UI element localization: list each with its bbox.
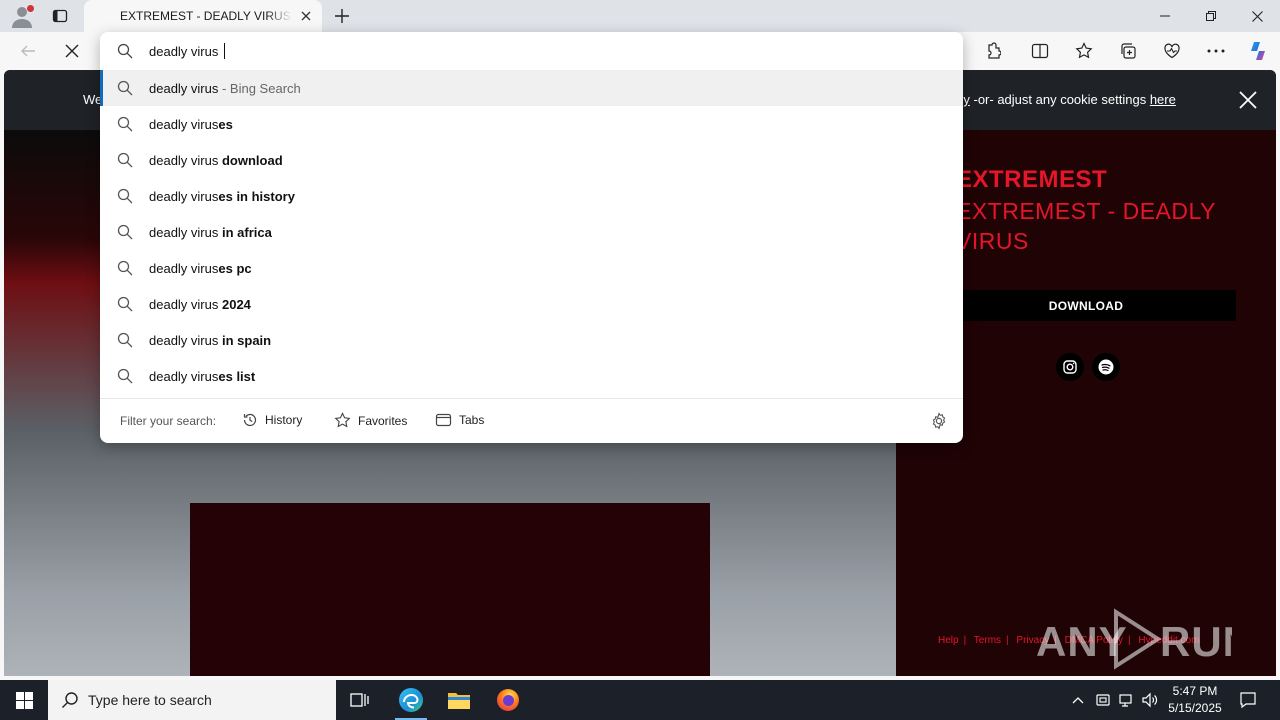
track-title: EXTREMEST - DEADLY VIRUS xyxy=(956,198,1216,254)
tab-strip: EXTREMEST - DEADLY VIRUS by EXTREMEST xyxy=(0,0,1280,32)
filter-favorites[interactable]: Favorites xyxy=(334,412,407,429)
suggestion-item[interactable]: deadly virus in spain xyxy=(100,322,963,358)
search-icon xyxy=(117,188,133,204)
edge-browser-icon[interactable] xyxy=(387,680,435,720)
cookie-settings-link[interactable]: here xyxy=(1150,92,1176,107)
taskbar-search-box[interactable]: Type here to search xyxy=(48,680,336,720)
copilot-icon[interactable] xyxy=(1244,37,1272,65)
suggestion-item[interactable]: deadly viruses list xyxy=(100,358,963,394)
search-icon xyxy=(117,224,133,240)
cover-art xyxy=(190,503,710,676)
svg-text:RUN: RUN xyxy=(1160,618,1232,665)
address-bar[interactable]: deadly virus xyxy=(100,32,963,70)
more-options-icon[interactable] xyxy=(1202,37,1230,65)
spotify-icon[interactable] xyxy=(1092,353,1120,381)
taskbar: Type here to search 5:47 PM 5/15/2025 xyxy=(0,680,1280,720)
watermark-logo: ANY RUN xyxy=(1036,608,1253,680)
new-tab-button[interactable] xyxy=(330,4,354,28)
suggestion-item[interactable]: deadly viruses xyxy=(100,106,963,142)
address-input[interactable]: deadly virus xyxy=(149,43,225,59)
split-screen-icon[interactable] xyxy=(1026,37,1054,65)
clock-time: 5:47 PM xyxy=(1172,684,1218,698)
search-icon xyxy=(117,332,133,348)
system-clock[interactable]: 5:47 PM 5/15/2025 xyxy=(1160,683,1230,717)
tab-actions-icon[interactable] xyxy=(48,4,72,28)
suggestion-text: deadly viruses xyxy=(149,116,233,132)
svg-text:ANY: ANY xyxy=(1036,618,1128,665)
suggestion-item[interactable]: deadly viruses pc xyxy=(100,250,963,286)
search-icon xyxy=(117,80,133,96)
artist-name: EXTREMEST xyxy=(956,166,1108,193)
search-icon xyxy=(117,368,133,384)
suggestion-text: deadly virus in africa xyxy=(149,224,272,240)
filter-history[interactable]: History xyxy=(242,412,302,428)
network-icon[interactable] xyxy=(1116,680,1136,720)
footer-link-help[interactable]: Help xyxy=(938,635,959,646)
tab-title: EXTREMEST - DEADLY VIRUS by EXTREMEST xyxy=(120,9,292,23)
search-icon xyxy=(117,296,133,312)
favorites-icon xyxy=(334,412,351,428)
search-icon xyxy=(117,116,133,132)
cookie-text-right: icy -or- adjust any cookie settings here xyxy=(954,92,1176,107)
search-icon xyxy=(117,43,133,59)
collections-icon[interactable] xyxy=(1114,37,1142,65)
cookie-text-middle: -or- adjust any cookie settings xyxy=(969,92,1150,107)
search-filter-bar: Filter your search: History Favorites Ta… xyxy=(100,398,963,443)
chevron-up-icon[interactable] xyxy=(1068,680,1088,720)
minimize-button[interactable] xyxy=(1142,0,1188,32)
suggestion-text: deadly virus download xyxy=(149,152,283,168)
favorites-icon[interactable] xyxy=(1070,37,1098,65)
search-icon xyxy=(61,691,79,714)
suggestion-text: deadly virus - Bing Search xyxy=(149,80,301,96)
suggestion-text: deadly viruses in history xyxy=(149,188,295,204)
extensions-icon[interactable] xyxy=(978,37,1006,65)
suggestion-item[interactable]: deadly virus 2024 xyxy=(100,286,963,322)
back-arrow-icon[interactable] xyxy=(14,37,42,65)
close-icon[interactable] xyxy=(1238,90,1260,112)
suggestion-text: deadly virus in spain xyxy=(149,332,272,348)
file-explorer-icon[interactable] xyxy=(435,680,483,720)
address-bar-dropdown: deadly virus deadly virus - Bing Search d… xyxy=(100,32,963,443)
footer-link-terms[interactable]: Terms xyxy=(974,635,1001,646)
browser-essentials-icon[interactable] xyxy=(1158,37,1186,65)
stop-loading-icon[interactable] xyxy=(58,37,86,65)
notification-dot xyxy=(27,5,34,12)
clock-date: 5/15/2025 xyxy=(1168,701,1222,715)
active-tab[interactable]: EXTREMEST - DEADLY VIRUS by EXTREMEST xyxy=(84,0,322,32)
suggestion-text: deadly virus 2024 xyxy=(149,296,251,312)
filter-tabs[interactable]: Tabs xyxy=(435,412,484,428)
meet-now-icon[interactable] xyxy=(1093,680,1113,720)
history-icon xyxy=(243,413,257,427)
suggestion-item[interactable]: deadly viruses in history xyxy=(100,178,963,214)
download-button[interactable]: DOWNLOAD xyxy=(936,290,1236,321)
close-icon[interactable] xyxy=(298,8,314,24)
notifications-icon[interactable] xyxy=(1234,680,1262,720)
suggestion-text: deadly viruses list xyxy=(149,368,256,384)
close-window-button[interactable] xyxy=(1234,0,1280,32)
volume-icon[interactable] xyxy=(1140,680,1160,720)
instagram-icon[interactable] xyxy=(1056,353,1084,381)
suggestion-item[interactable]: deadly virus - Bing Search xyxy=(100,70,963,106)
firefox-icon[interactable] xyxy=(484,680,532,720)
suggestion-text: deadly viruses pc xyxy=(149,260,252,276)
suggestion-item[interactable]: deadly virus in africa xyxy=(100,214,963,250)
taskbar-search-placeholder: Type here to search xyxy=(88,692,212,708)
restore-button[interactable] xyxy=(1188,0,1234,32)
search-icon xyxy=(117,260,133,276)
suggestion-item[interactable]: deadly virus download xyxy=(100,142,963,178)
search-icon xyxy=(117,152,133,168)
tabs-icon xyxy=(435,413,452,427)
filter-label: Filter your search: xyxy=(120,414,217,428)
task-view-icon[interactable] xyxy=(336,680,384,720)
gear-icon[interactable] xyxy=(930,412,948,433)
windows-start-icon[interactable] xyxy=(0,680,48,720)
